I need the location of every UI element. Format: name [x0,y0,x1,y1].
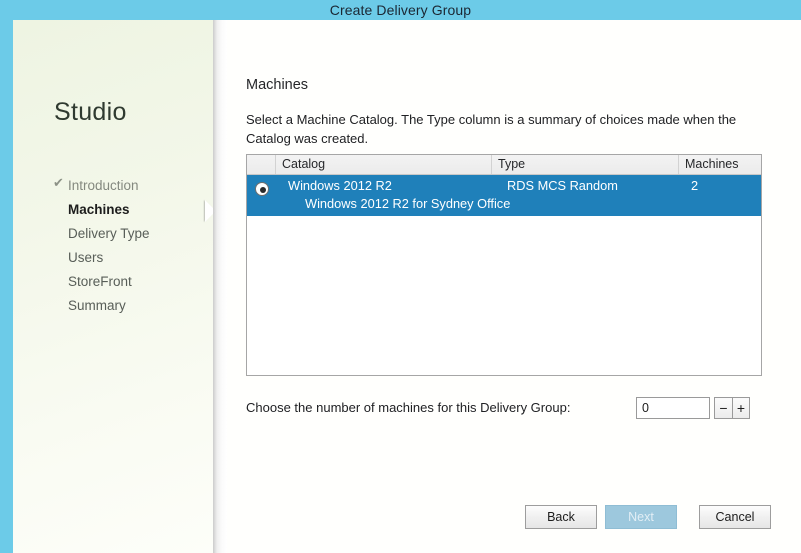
radio-selected-dot-icon [260,187,266,193]
current-step-pointer-icon [205,200,216,222]
column-header-catalog[interactable]: Catalog [276,155,492,174]
cancel-button[interactable]: Cancel [699,505,771,529]
machine-count-increment-button[interactable]: + [732,397,750,419]
cell-catalog-description: Windows 2012 R2 for Sydney Office [305,196,511,211]
sidebar-item-introduction[interactable]: ✔ Introduction [13,173,213,197]
wizard-sidebar: Studio ✔ Introduction Machines Delivery … [13,20,213,553]
sidebar-item-users[interactable]: Users [13,245,213,269]
sidebar-item-label: StoreFront [68,273,132,289]
window-title: Create Delivery Group [329,2,472,18]
machine-count-label: Choose the number of machines for this D… [246,400,571,415]
create-delivery-group-window: Create Delivery Group Studio ✔ Introduct… [0,0,801,553]
sidebar-item-label: Users [68,249,104,265]
machine-catalog-listbox[interactable]: Catalog Type Machines Windows 2012 R2 Wi… [246,154,762,376]
sidebar-item-label: Summary [68,297,126,313]
wizard-content-panel: Machines Select a Machine Catalog. The T… [227,20,801,553]
sidebar-item-label: Machines [68,201,130,217]
machine-count-decrement-button[interactable]: − [714,397,732,419]
sidebar-item-machines[interactable]: Machines [13,197,213,221]
back-button[interactable]: Back [525,505,597,529]
cell-catalog-name: Windows 2012 R2 [288,178,392,193]
column-header-type[interactable]: Type [492,155,679,174]
sidebar-shadow [213,20,227,553]
window-body: Studio ✔ Introduction Machines Delivery … [13,20,801,553]
page-description: Select a Machine Catalog. The Type colum… [246,112,737,146]
studio-brand-title: Studio [54,98,127,126]
sidebar-item-storefront[interactable]: StoreFront [13,269,213,293]
machine-count-input[interactable] [636,397,710,419]
column-header-machines[interactable]: Machines [679,155,761,174]
page-title: Machines [246,77,309,93]
sidebar-item-delivery-type[interactable]: Delivery Type [13,221,213,245]
machine-count-row: Choose the number of machines for this D… [246,397,762,421]
catalog-radio-button[interactable] [255,182,269,196]
sidebar-item-label: Delivery Type [68,225,150,241]
window-title-bar: Create Delivery Group [0,0,801,20]
checkmark-icon: ✔ [53,175,64,190]
column-header-select [247,155,276,174]
wizard-footer: Back Next Cancel [227,505,801,553]
sidebar-item-summary[interactable]: Summary [13,293,213,317]
sidebar-item-label: Introduction [68,177,139,193]
next-button: Next [605,505,677,529]
table-row[interactable]: Windows 2012 R2 Windows 2012 R2 for Sydn… [247,175,761,216]
cell-machines: 2 [691,178,699,193]
table-header-row: Catalog Type Machines [247,155,761,175]
cell-type: RDS MCS Random [507,178,618,193]
wizard-step-list: ✔ Introduction Machines Delivery Type Us… [13,173,213,317]
